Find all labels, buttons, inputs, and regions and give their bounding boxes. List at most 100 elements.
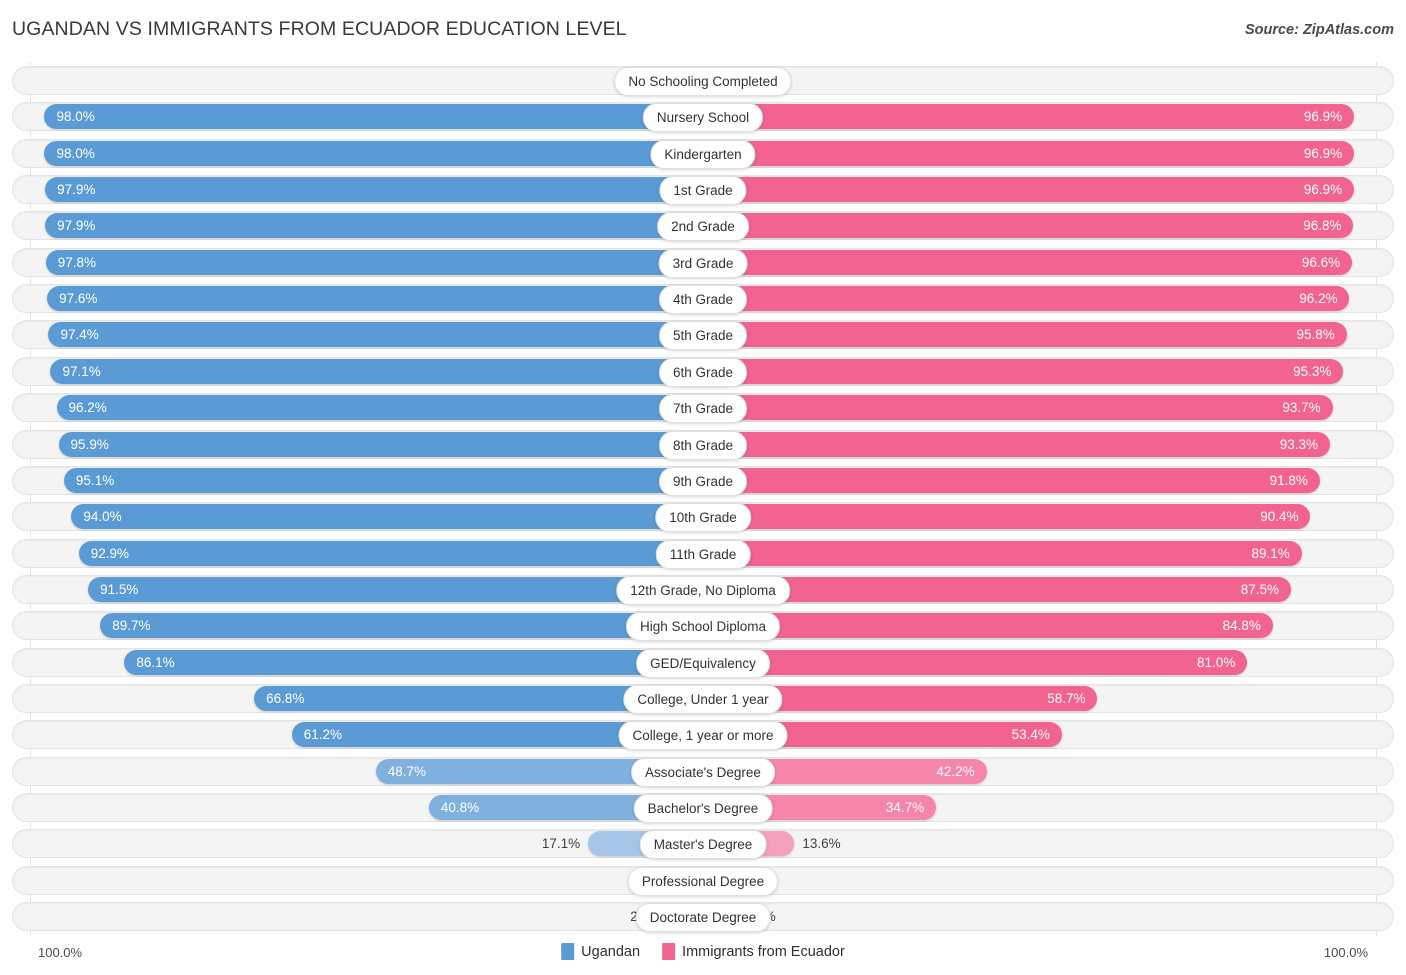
bar-value-ugandan: 40.8% [440, 800, 480, 815]
bar-value-immigrants-from-ecuador: 95.8% [1296, 327, 1335, 343]
bar-value-ugandan: 97.6% [59, 291, 98, 307]
category-label: Kindergarten [650, 139, 756, 169]
category-label: Professional Degree [627, 866, 779, 896]
bar-ugandan[interactable] [63, 467, 703, 493]
legend-swatch-immigrants-from-ecuador [662, 943, 676, 960]
bar-ugandan[interactable] [44, 140, 703, 166]
bar-ugandan[interactable] [45, 177, 703, 203]
bar-value-immigrants-from-ecuador: 34.7% [885, 800, 925, 815]
bar-immigrants-from-ecuador[interactable] [703, 286, 1350, 312]
bar-row: 97.1% 95.3% 6th Grade [12, 356, 1394, 387]
bar-value-ugandan: 98.0% [56, 145, 95, 161]
bar-ugandan[interactable] [88, 576, 703, 602]
bar-immigrants-from-ecuador[interactable] [703, 467, 1320, 493]
category-label: 5th Grade [658, 321, 748, 351]
bar-immigrants-from-ecuador[interactable] [703, 358, 1344, 384]
bar-row: 95.9% 93.3% 8th Grade [12, 429, 1394, 460]
bar-value-immigrants-from-ecuador: 93.3% [1279, 436, 1318, 452]
category-label: Master's Degree [639, 830, 767, 860]
category-label: High School Diploma [625, 612, 781, 642]
bar-value-immigrants-from-ecuador: 89.1% [1251, 545, 1290, 561]
bar-ugandan[interactable] [48, 322, 703, 348]
legend-item-ugandan[interactable]: Ugandan [561, 943, 640, 960]
bar-value-ugandan: 95.1% [75, 472, 115, 488]
bar-immigrants-from-ecuador[interactable] [703, 431, 1330, 457]
bar-immigrants-from-ecuador[interactable] [703, 177, 1355, 203]
legend-item-immigrants-from-ecuador[interactable]: Immigrants from Ecuador [662, 943, 845, 960]
bar-immigrants-from-ecuador[interactable] [703, 249, 1353, 275]
bar-value-ugandan: 48.7% [387, 763, 427, 779]
bar-row: 61.2% 53.4% College, 1 year or more [12, 720, 1394, 751]
bar-ugandan[interactable] [58, 431, 703, 457]
axis-label-right: 100.0% [1323, 945, 1368, 960]
bar-immigrants-from-ecuador[interactable] [703, 322, 1347, 348]
category-label: 6th Grade [658, 357, 748, 387]
bar-value-ugandan: 86.1% [136, 654, 175, 670]
bar-immigrants-from-ecuador[interactable] [703, 576, 1291, 602]
bar-ugandan[interactable] [56, 395, 703, 421]
source-label: Source: ZipAtlas.com [1244, 22, 1394, 38]
category-label: Doctorate Degree [635, 903, 771, 933]
category-label: Associate's Degree [631, 757, 775, 787]
bar-row: 95.1% 91.8% 9th Grade [12, 465, 1394, 496]
bar-row: 48.7% 42.2% Associate's Degree [12, 756, 1394, 787]
bar-value-immigrants-from-ecuador: 81.0% [1197, 654, 1236, 670]
bar-value-immigrants-from-ecuador: 96.8% [1303, 218, 1342, 234]
bar-value-ugandan: 98.0% [56, 109, 95, 125]
category-label: College, Under 1 year [623, 684, 783, 714]
bar-value-immigrants-from-ecuador: 96.6% [1301, 254, 1341, 270]
bar-ugandan[interactable] [45, 213, 703, 239]
category-label: 2nd Grade [657, 212, 749, 242]
bar-ugandan[interactable] [47, 286, 703, 312]
bar-immigrants-from-ecuador[interactable] [703, 649, 1248, 675]
category-label: 3rd Grade [658, 248, 748, 278]
bar-immigrants-from-ecuador[interactable] [703, 504, 1311, 530]
bar-ugandan[interactable] [50, 358, 703, 384]
chart-header: UGANDAN VS IMMIGRANTS FROM ECUADOR EDUCA… [0, 0, 1406, 56]
bar-row: 40.8% 34.7% Bachelor's Degree [12, 793, 1394, 823]
bar-immigrants-from-ecuador[interactable] [703, 540, 1302, 566]
category-label: Bachelor's Degree [633, 794, 773, 823]
bar-value-ugandan: 91.5% [100, 581, 139, 597]
bar-immigrants-from-ecuador[interactable] [703, 613, 1273, 639]
bar-value-immigrants-from-ecuador: 58.7% [1047, 690, 1086, 706]
bar-row: 17.1% 13.6% Master's Degree [12, 829, 1394, 860]
bar-ugandan[interactable] [124, 649, 703, 675]
bar-immigrants-from-ecuador[interactable] [703, 104, 1355, 130]
bar-immigrants-from-ecuador[interactable] [703, 213, 1354, 239]
bar-row: 2.2%1.4%Doctorate Degree [12, 902, 1394, 933]
bar-row: 97.6% 96.2% 4th Grade [12, 284, 1394, 315]
bar-value-immigrants-from-ecuador: 90.4% [1260, 509, 1299, 525]
bar-value-immigrants-from-ecuador: 96.9% [1303, 182, 1343, 198]
bar-value-ugandan: 96.2% [68, 400, 107, 416]
bar-immigrants-from-ecuador[interactable] [703, 395, 1333, 421]
chart-footer: 100.0% Ugandan Immigrants from Ecuador 1… [0, 937, 1406, 975]
bar-row: 98.0% 96.9% Kindergarten [12, 138, 1394, 169]
bar-ugandan[interactable] [45, 249, 703, 275]
bar-ugandan[interactable] [71, 504, 703, 530]
category-label: College, 1 year or more [618, 721, 788, 751]
bar-value-immigrants-from-ecuador: 42.2% [936, 763, 975, 779]
page-title: UGANDAN VS IMMIGRANTS FROM ECUADOR EDUCA… [12, 18, 627, 40]
axis-label-left: 100.0% [38, 945, 83, 960]
category-label: 11th Grade [655, 539, 751, 569]
bar-immigrants-from-ecuador[interactable] [703, 140, 1355, 166]
legend-label-immigrants-from-ecuador: Immigrants from Ecuador [682, 943, 845, 960]
category-label: 4th Grade [658, 285, 748, 315]
bar-value-ugandan: 97.1% [62, 363, 101, 379]
bar-value-ugandan: 66.8% [266, 690, 305, 706]
bar-row: 92.9% 89.1% 11th Grade [12, 538, 1394, 569]
bar-ugandan[interactable] [78, 540, 703, 566]
bar-value-ugandan: 17.1% [541, 836, 581, 852]
bar-value-immigrants-from-ecuador: 96.2% [1299, 291, 1338, 307]
category-label: 12th Grade, No Diploma [616, 575, 790, 605]
bar-row: 96.2% 93.7% 7th Grade [12, 393, 1394, 424]
bar-ugandan[interactable] [44, 104, 703, 130]
bar-row: 89.7% 84.8% High School Diploma [12, 611, 1394, 642]
bar-row: 97.4% 95.8% 5th Grade [12, 320, 1394, 351]
bar-row: 2.0%3.1%No Schooling Completed [12, 66, 1394, 96]
bar-value-immigrants-from-ecuador: 93.7% [1282, 400, 1321, 416]
bar-ugandan[interactable] [100, 613, 703, 639]
category-label: 10th Grade [655, 503, 751, 533]
legend-swatch-ugandan [561, 943, 575, 960]
